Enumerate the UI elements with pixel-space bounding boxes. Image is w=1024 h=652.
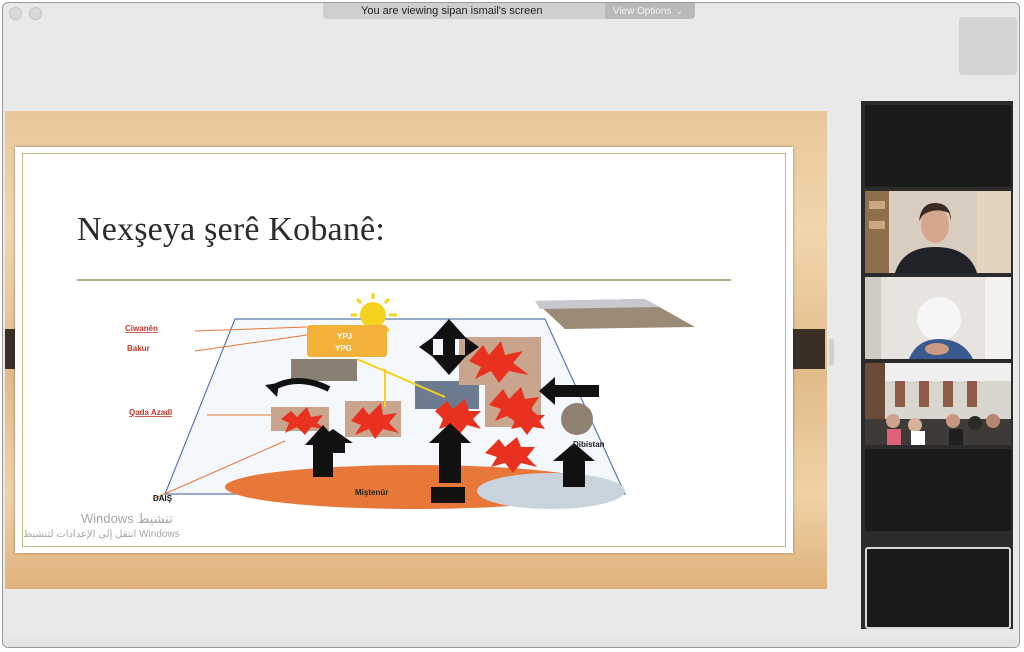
participant-tile-4[interactable] (865, 363, 1011, 445)
label-ciwanen: Ciwanên (125, 324, 158, 333)
label-qada-azadi: Qada Azadî (129, 408, 173, 417)
close-window-button[interactable] (9, 7, 22, 20)
battle-map-diagram: YPJ YPG Ciwanên Bakur Qada Azadî DAIŞ Mi… (125, 293, 695, 509)
ypg-label: YPG (335, 344, 352, 353)
resize-handle[interactable] (829, 339, 834, 365)
floating-panel-handle[interactable] (959, 17, 1017, 75)
view-options-label: View Options (612, 5, 672, 17)
participant-gallery (861, 101, 1013, 629)
city-photo-strip (291, 359, 357, 381)
label-dais: DAIŞ (153, 494, 173, 503)
ypj-label: YPJ (337, 332, 352, 341)
minimize-window-button[interactable] (29, 7, 42, 20)
participant-video-3 (865, 277, 1011, 359)
bottom-toolbar (3, 639, 1019, 647)
activation-watermark-subtitle: انتقل إلى الإعدادات لتنشيط Windows (23, 529, 180, 540)
activation-watermark-title: Windows تنشيط (81, 511, 173, 526)
label-bakur: Bakur (127, 344, 150, 353)
participant-tile-3[interactable] (865, 277, 1011, 359)
shared-screen: Nexşeya şerê Kobanê: YPJ YPG Ciwanên Bak… (5, 111, 827, 589)
chevron-down-icon: ⌄ (675, 5, 683, 16)
label-mistenur: Miştenûr (355, 488, 388, 497)
participant-video-2 (865, 191, 1011, 273)
screen-share-banner: You are viewing sipan ismail's screen Vi… (323, 3, 695, 19)
school-photo (561, 403, 593, 435)
participant-video-4 (865, 363, 1011, 445)
participant-tile-1[interactable] (865, 105, 1011, 187)
view-options-button[interactable]: View Options ⌄ (604, 3, 695, 19)
slide-title: Nexşeya şerê Kobanê: (77, 211, 385, 248)
window-controls (9, 7, 42, 20)
participant-tile-2[interactable] (865, 191, 1011, 273)
presentation-slide: Nexşeya şerê Kobanê: YPJ YPG Ciwanên Bak… (15, 147, 793, 553)
title-divider (77, 279, 731, 281)
app-window: You are viewing sipan ismail's screen Vi… (2, 2, 1020, 648)
label-dibistan: Dibistan (573, 440, 605, 449)
self-view-tile[interactable] (865, 547, 1011, 629)
town-photo (477, 473, 625, 509)
participant-tile-5[interactable] (865, 449, 1011, 531)
share-message: You are viewing sipan ismail's screen (361, 5, 543, 17)
